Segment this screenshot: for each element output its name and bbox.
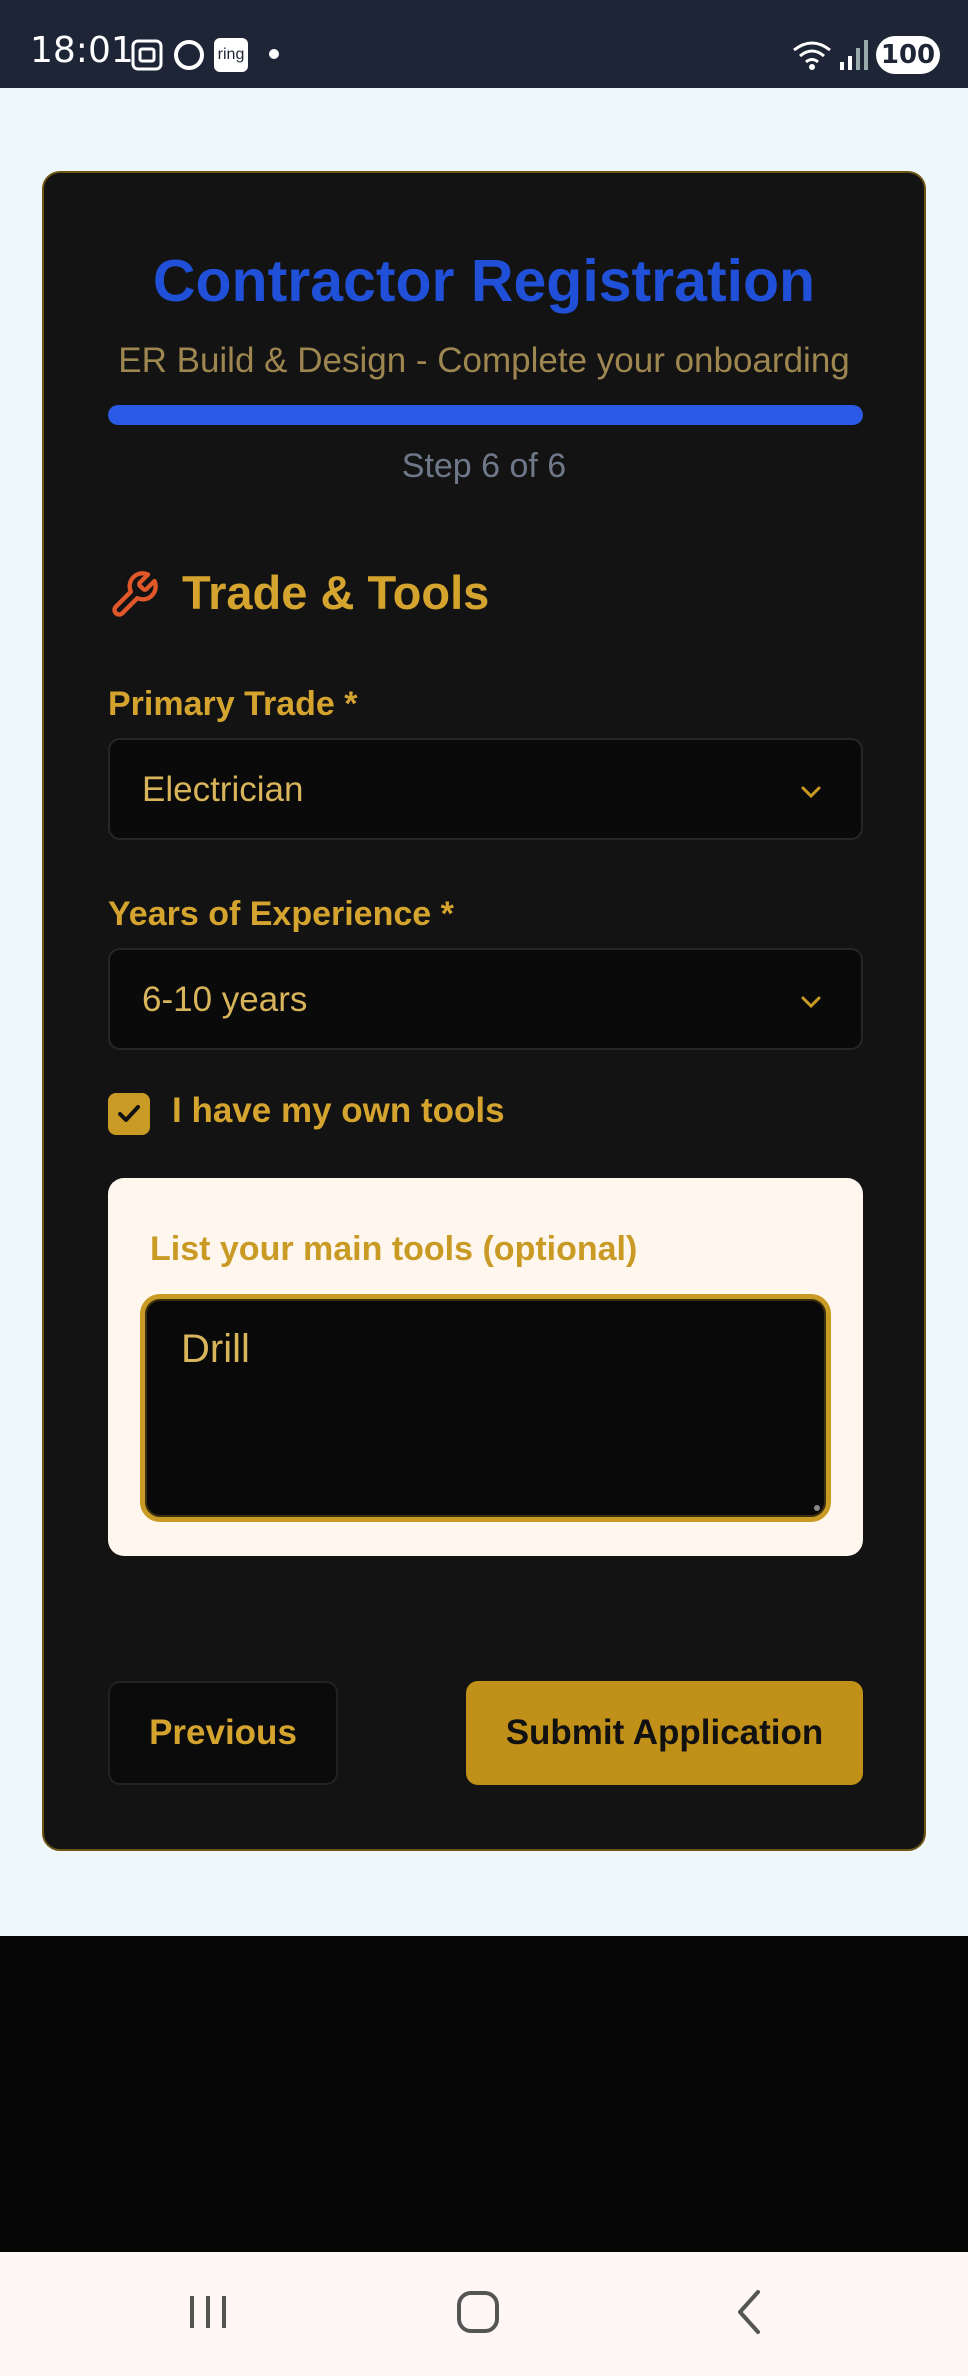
wrench-icon [112, 571, 158, 617]
primary-trade-value: Electrician [142, 770, 304, 809]
previous-button[interactable]: Previous [108, 1681, 338, 1785]
progress-bar [108, 405, 863, 425]
checkmark-icon [118, 1105, 140, 1122]
page-subtitle: ER Build & Design - Complete your onboar… [118, 341, 850, 380]
signal-icon [840, 40, 868, 70]
wifi-icon [793, 41, 831, 70]
resize-handle[interactable] [814, 1505, 820, 1511]
chevron-down-icon [801, 996, 821, 1009]
status-time: 18:01 [30, 30, 134, 71]
step-indicator: Step 6 of 6 [401, 447, 567, 485]
ring-app-label: ring [217, 46, 245, 63]
dot-icon [269, 49, 279, 59]
tools-list-value: Drill [181, 1327, 250, 1371]
primary-trade-label: Primary Trade * [108, 685, 358, 723]
experience-label: Years of Experience * [108, 895, 454, 933]
tools-list-textarea[interactable]: Drill [140, 1294, 831, 1522]
section-title: Trade & Tools [182, 566, 490, 619]
system-nav-bar [0, 2252, 968, 2376]
circle-app-icon [174, 40, 204, 70]
ring-app-icon: ring [214, 38, 248, 72]
battery-indicator: 100 [876, 36, 940, 74]
tools-panel: List your main tools (optional) Drill [108, 1178, 863, 1556]
recent-apps-icon[interactable] [176, 2280, 240, 2344]
experience-value: 6-10 years [142, 980, 308, 1019]
own-tools-label[interactable]: I have my own tools [172, 1091, 505, 1131]
primary-trade-select[interactable]: Electrician [108, 738, 863, 840]
chevron-down-icon [801, 786, 821, 799]
registration-card: Contractor Registration ER Build & Desig… [42, 171, 926, 1851]
home-icon[interactable] [446, 2280, 510, 2344]
submit-application-button[interactable]: Submit Application [466, 1681, 863, 1785]
own-tools-checkbox[interactable] [108, 1093, 150, 1135]
progress-fill [108, 405, 863, 425]
back-icon[interactable] [718, 2280, 782, 2344]
empty-area [0, 1936, 968, 2252]
experience-select[interactable]: 6-10 years [108, 948, 863, 1050]
status-bar: 18:01 ring 100 [0, 0, 968, 88]
screenshot-icon [131, 39, 163, 71]
page-title: Contractor Registration [152, 248, 816, 314]
tools-list-label: List your main tools (optional) [150, 1230, 638, 1268]
